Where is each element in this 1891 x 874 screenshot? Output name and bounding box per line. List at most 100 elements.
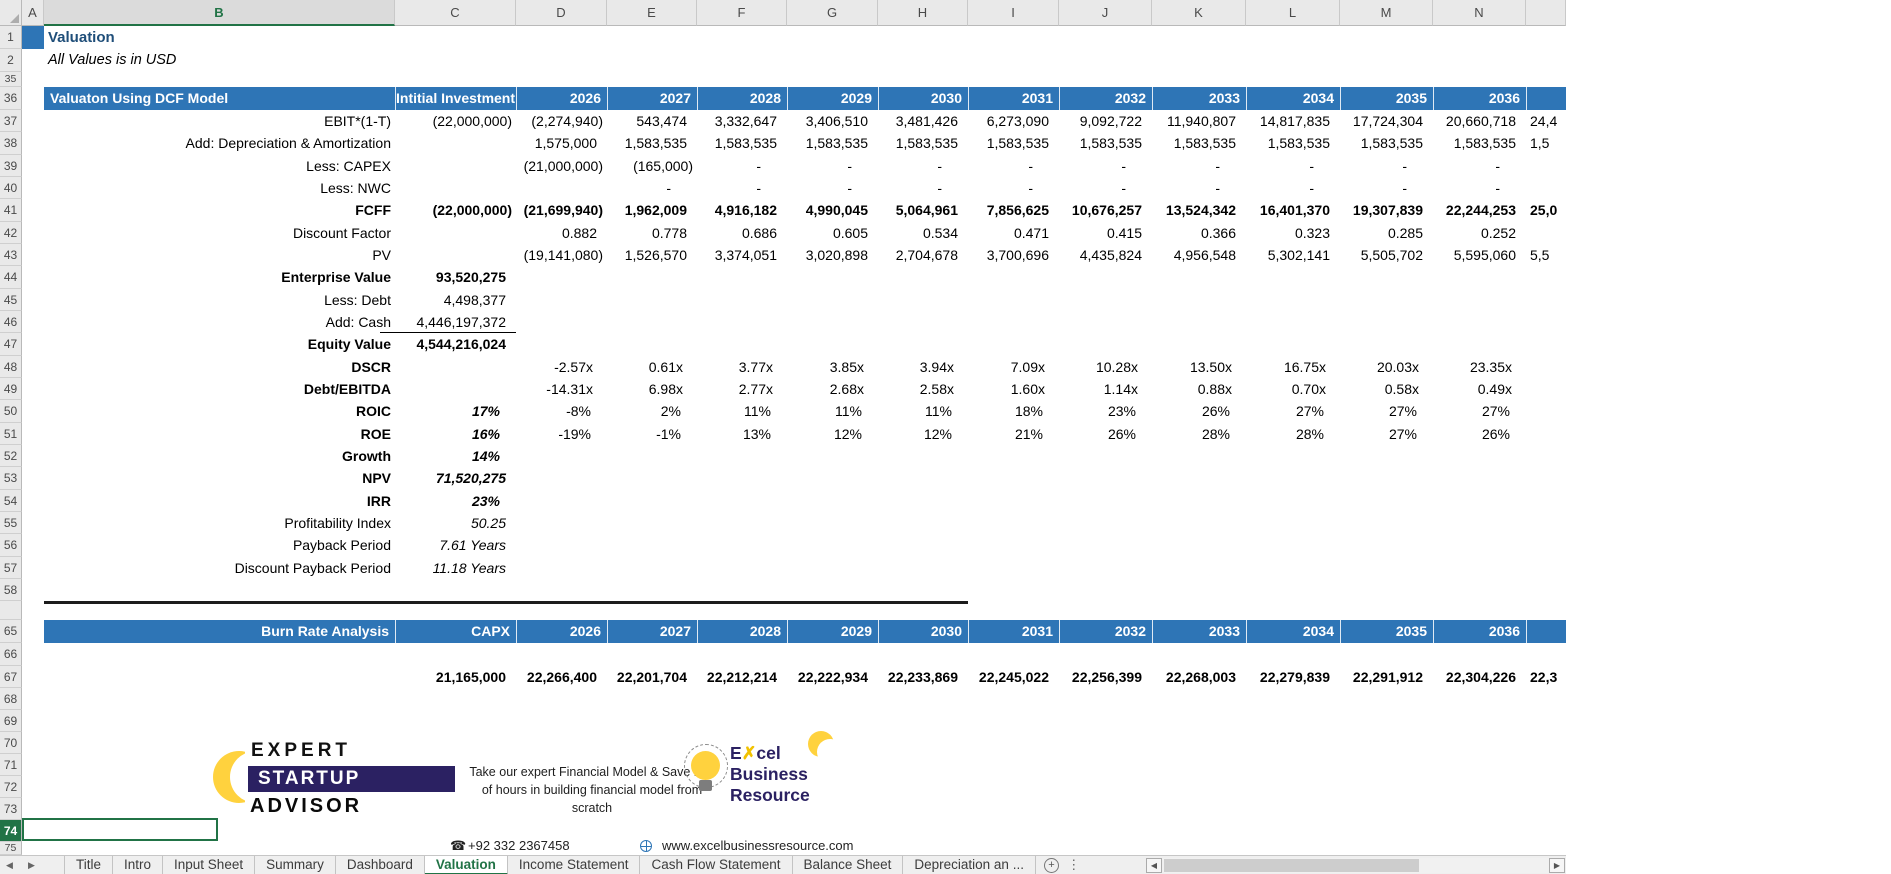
cell-B36[interactable]: Valuaton Using DCF Model [44, 87, 395, 110]
cell-I50[interactable]: 18% [968, 400, 1059, 423]
cell-N50[interactable]: 27% [1433, 400, 1526, 423]
cell-H42[interactable]: 0.534 [878, 222, 968, 244]
cell-D39[interactable]: (21,000,000) [516, 155, 607, 177]
cell-F37[interactable]: 3,332,647 [697, 110, 787, 132]
cell-M51[interactable]: 27% [1340, 423, 1433, 445]
cell-K49[interactable]: 0.88x [1152, 378, 1246, 400]
cell-C57[interactable]: 11.18 Years [380, 557, 516, 579]
cell-M49[interactable]: 0.58x [1340, 378, 1433, 400]
tab-nav-left-icon[interactable]: ◀ [2, 856, 17, 874]
cell-B51[interactable]: ROE [44, 423, 395, 445]
cell-B53[interactable]: NPV [44, 467, 395, 490]
cell-L37[interactable]: 14,817,835 [1246, 110, 1340, 132]
sheet-title-cell[interactable]: Valuation [48, 26, 115, 49]
row-header-52[interactable]: 52 [0, 445, 22, 467]
cell-C56[interactable]: 7.61 Years [380, 534, 516, 557]
row-header-72[interactable]: 72 [0, 776, 22, 798]
cell-L38[interactable]: 1,583,535 [1246, 132, 1340, 155]
row-header-65[interactable]: 65 [0, 620, 22, 643]
cell-C52[interactable]: 14% [380, 445, 516, 467]
cell-G49[interactable]: 2.68x [787, 378, 878, 400]
column-header-K[interactable]: K [1152, 0, 1246, 26]
row-header-73[interactable]: 73 [0, 798, 22, 820]
row-header-49[interactable]: 49 [0, 378, 22, 400]
cell-F67[interactable]: 22,212,214 [697, 666, 787, 688]
cell-C50[interactable]: 17% [380, 400, 516, 423]
tab-dashboard[interactable]: Dashboard [336, 856, 425, 874]
cell-E50[interactable]: 2% [607, 400, 697, 423]
cell-C55[interactable]: 50.25 [380, 512, 516, 534]
row-header-54[interactable]: 54 [0, 490, 22, 512]
tab-intro[interactable]: Intro [113, 856, 164, 874]
cell-B55[interactable]: Profitability Index [44, 512, 395, 534]
cell-N40[interactable]: - [1433, 177, 1526, 199]
cell-F38[interactable]: 1,583,535 [697, 132, 787, 155]
hscroll-right-arrow[interactable]: ▶ [1549, 858, 1565, 873]
cell-I42[interactable]: 0.471 [968, 222, 1059, 244]
cell-F43[interactable]: 3,374,051 [697, 244, 787, 266]
cell-F42[interactable]: 0.686 [697, 222, 787, 244]
row-header-1[interactable]: 1 [0, 26, 22, 49]
column-header-N[interactable]: N [1433, 0, 1526, 26]
cell-C45[interactable]: 4,498,377 [380, 289, 516, 311]
cell-I65[interactable]: 2031 [968, 620, 1059, 643]
column-header-G[interactable]: G [787, 0, 878, 26]
cell-M37[interactable]: 17,724,304 [1340, 110, 1433, 132]
row-header-56[interactable]: 56 [0, 534, 22, 557]
cell-B46[interactable]: Add: Cash [44, 311, 395, 333]
cell-J65[interactable]: 2032 [1059, 620, 1152, 643]
cell-E49[interactable]: 6.98x [607, 378, 697, 400]
cell-B56[interactable]: Payback Period [44, 534, 395, 557]
cell-L43[interactable]: 5,302,141 [1246, 244, 1340, 266]
row-header-48[interactable]: 48 [0, 356, 22, 378]
cell-K48[interactable]: 13.50x [1152, 356, 1246, 378]
cell-D42[interactable]: 0.882 [516, 222, 607, 244]
cell-C41[interactable]: (22,000,000) [380, 199, 516, 222]
cell-K51[interactable]: 28% [1152, 423, 1246, 445]
cell-H67[interactable]: 22,233,869 [878, 666, 968, 688]
tab-income-statement[interactable]: Income Statement [508, 856, 641, 874]
cell-O41-clipped[interactable]: 25,0 [1526, 199, 1566, 222]
row-header-55[interactable]: 55 [0, 512, 22, 534]
cell-C51[interactable]: 16% [380, 423, 516, 445]
row-header-71[interactable]: 71 [0, 754, 22, 776]
cell-G38[interactable]: 1,583,535 [787, 132, 878, 155]
cell-D38[interactable]: 1,575,000 [516, 132, 607, 155]
cell-D51[interactable]: -19% [516, 423, 607, 445]
cell-D48[interactable]: -2.57x [516, 356, 607, 378]
cell-J41[interactable]: 10,676,257 [1059, 199, 1152, 222]
column-header-D[interactable]: D [516, 0, 607, 26]
cell-H37[interactable]: 3,481,426 [878, 110, 968, 132]
cell-O38-clipped[interactable]: 1,5 [1526, 132, 1566, 155]
row-header-2[interactable]: 2 [0, 49, 22, 72]
cell-B65[interactable]: Burn Rate Analysis [44, 620, 395, 643]
cell-F41[interactable]: 4,916,182 [697, 199, 787, 222]
cell-E40[interactable]: - [607, 177, 697, 199]
cell-G40[interactable]: - [787, 177, 878, 199]
column-header-H[interactable]: H [878, 0, 968, 26]
cell-D41[interactable]: (21,699,940) [516, 199, 607, 222]
row-header-45[interactable]: 45 [0, 289, 22, 311]
cell-N49[interactable]: 0.49x [1433, 378, 1526, 400]
cell-E41[interactable]: 1,962,009 [607, 199, 697, 222]
row-header-68[interactable]: 68 [0, 688, 22, 710]
cell-M36[interactable]: 2035 [1340, 87, 1433, 110]
cell-G41[interactable]: 4,990,045 [787, 199, 878, 222]
row-header-47[interactable]: 47 [0, 333, 22, 356]
row-header-41[interactable]: 41 [0, 199, 22, 222]
cell-J40[interactable]: - [1059, 177, 1152, 199]
cell-H49[interactable]: 2.58x [878, 378, 968, 400]
cell-H65[interactable]: 2030 [878, 620, 968, 643]
row-header-66[interactable]: 66 [0, 643, 22, 666]
cell-B40[interactable]: Less: NWC [44, 177, 395, 199]
column-header-L[interactable]: L [1246, 0, 1340, 26]
tab-summary[interactable]: Summary [255, 856, 336, 874]
cell-B50[interactable]: ROIC [44, 400, 395, 423]
cell-N51[interactable]: 26% [1433, 423, 1526, 445]
tab-input-sheet[interactable]: Input Sheet [163, 856, 256, 874]
cell-G39[interactable]: - [787, 155, 878, 177]
cell-K42[interactable]: 0.366 [1152, 222, 1246, 244]
row-header-38[interactable]: 38 [0, 132, 22, 155]
row-header-44[interactable]: 44 [0, 266, 22, 289]
cell-M43[interactable]: 5,505,702 [1340, 244, 1433, 266]
